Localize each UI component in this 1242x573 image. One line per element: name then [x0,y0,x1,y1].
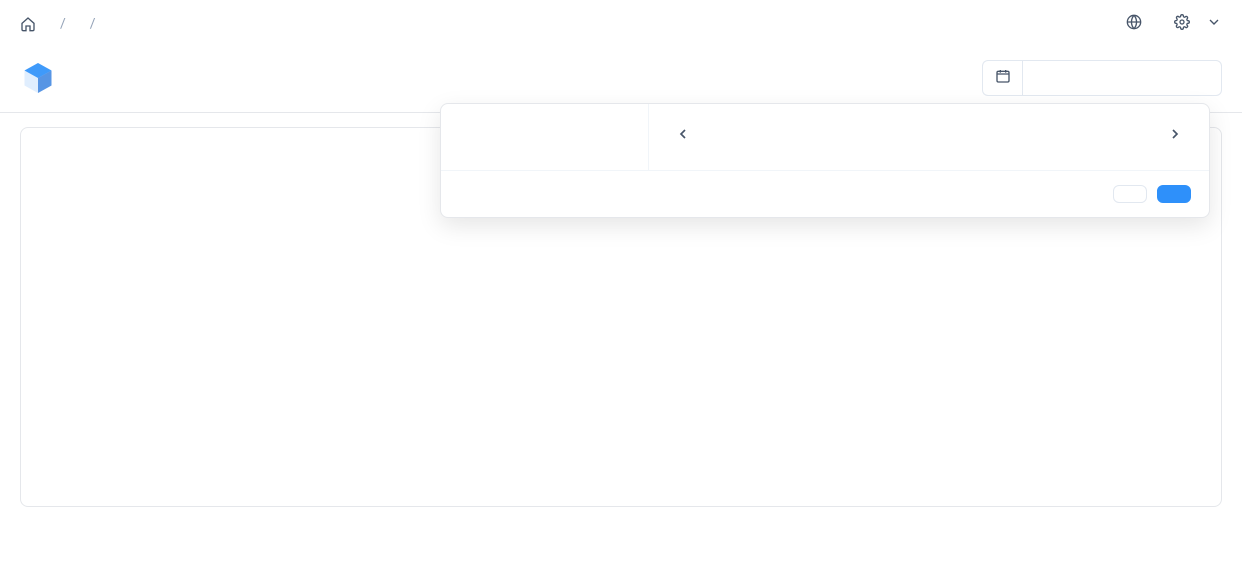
date-range-input[interactable] [1022,60,1222,96]
prev-month-button[interactable] [671,122,695,146]
breadcrumb-separator: / [90,16,96,32]
breadcrumb-separator: / [60,16,66,32]
calendar-right [941,122,1187,158]
apply-button[interactable] [1157,185,1191,203]
home-icon[interactable] [20,16,36,32]
next-month-button[interactable] [1163,122,1187,146]
settings-button[interactable] [1174,14,1222,34]
preset-list [441,104,649,170]
cancel-button[interactable] [1113,185,1147,203]
gear-icon [1174,14,1190,34]
calendar-left [671,122,917,158]
calendar-icon [995,68,1011,88]
globe-icon [1126,14,1142,34]
logo-icon [20,60,56,96]
breadcrumb: / / [20,16,108,32]
view-domain-button[interactable] [1126,14,1150,34]
chevron-down-icon [1206,14,1222,34]
calendar-button[interactable] [982,60,1022,96]
date-picker-popover [440,103,1210,218]
